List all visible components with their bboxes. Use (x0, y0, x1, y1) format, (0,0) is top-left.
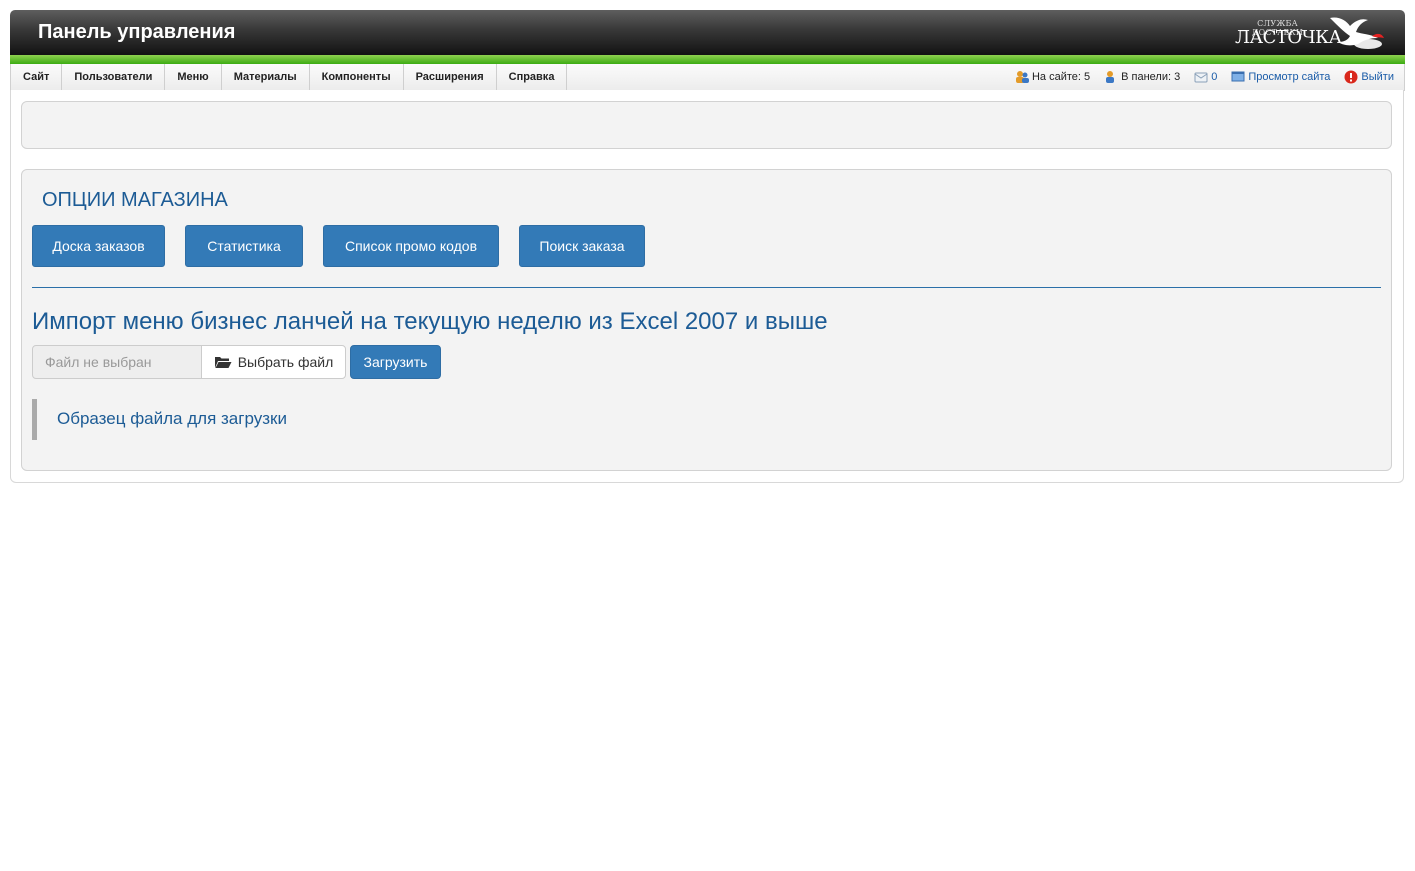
users-online-icon (1015, 71, 1029, 83)
menu-item-components[interactable]: Компоненты (310, 64, 404, 90)
logout-link[interactable]: Выйти (1344, 70, 1394, 84)
menu-item-extensions[interactable]: Расширения (404, 64, 497, 90)
toolbar-panel (21, 101, 1392, 149)
status-bar: На сайте: 5 В панели: 3 0 Просмотр сайта… (1001, 64, 1394, 90)
blockquote-bar (32, 399, 37, 440)
logout-label: Выйти (1361, 71, 1394, 83)
import-title: Импорт меню бизнес ланчей на текущую нед… (32, 308, 828, 335)
orders-board-button[interactable]: Доска заказов (32, 225, 165, 267)
admin-users: В панели: 3 (1104, 70, 1180, 84)
swallow-logo-icon (1330, 17, 1384, 49)
admin-users-icon (1106, 71, 1115, 83)
folder-open-icon (214, 357, 232, 368)
view-site-link[interactable]: Просмотр сайта (1231, 71, 1330, 83)
users-online: На сайте: 5 (1015, 70, 1090, 84)
messages-icon (1194, 72, 1208, 83)
users-online-count: На сайте: 5 (1031, 71, 1091, 83)
menu-item-menu[interactable]: Меню (165, 64, 222, 90)
upload-button[interactable]: Загрузить (350, 345, 441, 379)
menu-item-site[interactable]: Сайт (11, 64, 63, 90)
page-title: Панель управления (38, 21, 236, 43)
promo-codes-button[interactable]: Список промо кодов (323, 225, 499, 267)
messages[interactable]: 0 (1194, 70, 1217, 84)
choose-file-label: Выбрать файл (237, 354, 334, 370)
statistics-button[interactable]: Статистика (185, 225, 303, 267)
menu-item-users[interactable]: Пользователи (62, 64, 166, 90)
menu-item-materials[interactable]: Материалы (222, 64, 310, 90)
choose-file-button[interactable]: Выбрать файл (201, 345, 346, 379)
shop-options-title: ОПЦИИ МАГАЗИНА (42, 189, 228, 211)
view-site-icon (1231, 71, 1245, 82)
menu-item-help[interactable]: Справка (497, 64, 568, 90)
sample-file-link[interactable]: Образец файла для загрузки (57, 409, 287, 429)
logo-name: ЛАСТОЧКА (1235, 27, 1342, 48)
order-search-button[interactable]: Поиск заказа (519, 225, 645, 267)
logo: СЛУЖБА ДОСТАВКИ ЛАСТОЧКА (1235, 12, 1395, 54)
file-name-field[interactable]: Файл не выбран (32, 345, 202, 379)
admin-users-count: В панели: 3 (1121, 71, 1181, 83)
main-menu: Сайт Пользователи Меню Материалы Компоне… (10, 64, 1405, 91)
section-divider (32, 287, 1381, 288)
accent-bar (10, 55, 1405, 64)
messages-count: 0 (1211, 71, 1218, 83)
view-site-label: Просмотр сайта (1248, 71, 1331, 83)
logout-icon (1344, 70, 1358, 84)
admin-header: Панель управления СЛУЖБА ДОСТАВКИ ЛАСТОЧ… (10, 10, 1405, 56)
